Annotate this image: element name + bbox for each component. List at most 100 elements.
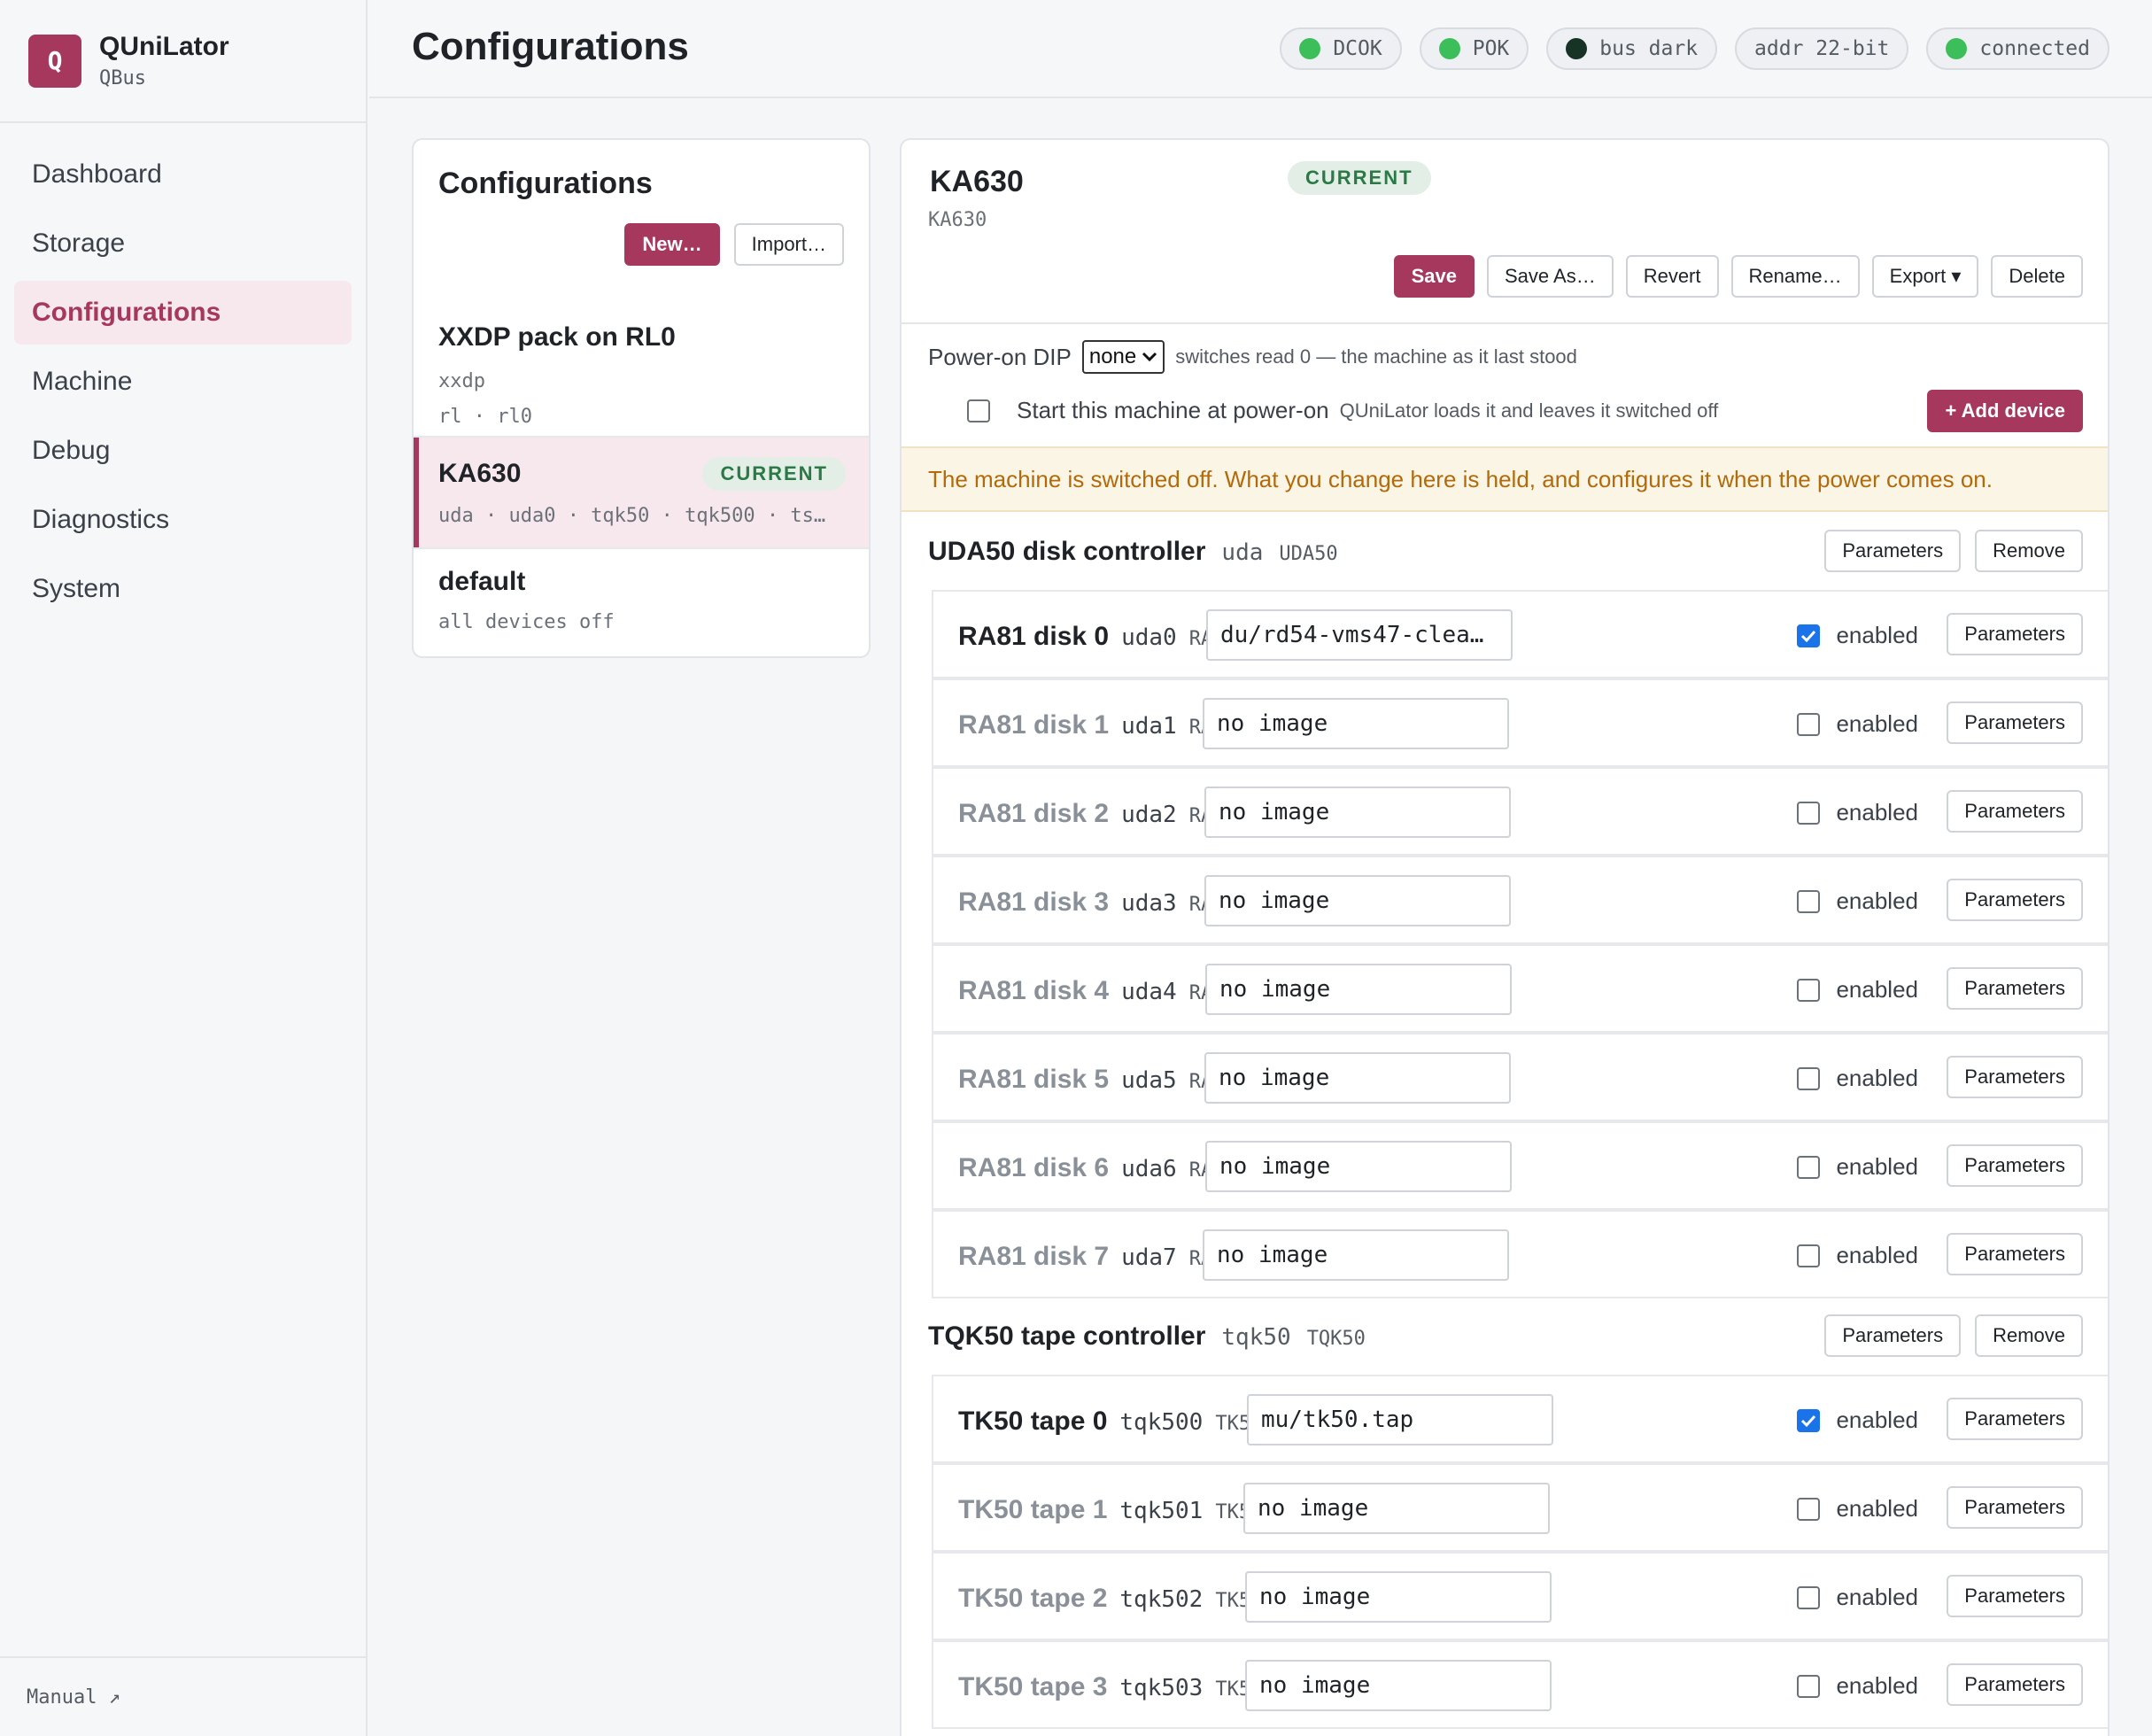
unit-image-input[interactable]: no image xyxy=(1245,1660,1552,1711)
header: Configurations DCOK POK bus dark addr 22… xyxy=(369,0,2152,98)
config-detail-card: KA630 KA630 CURRENT Save Save As… Revert… xyxy=(900,138,2109,1736)
unit-enabled-checkbox[interactable] xyxy=(1797,801,1821,825)
sidebar-item-machine[interactable]: Machine xyxy=(14,350,352,414)
unit-label: RA81 disk 6uda6RA81 xyxy=(958,1153,1236,1183)
config-item-key: xxdp xyxy=(438,370,485,392)
unit-name: RA81 disk 1 xyxy=(958,710,1110,740)
unit-parameters-button[interactable]: Parameters xyxy=(1947,1144,2083,1187)
unit-enabled-checkbox[interactable] xyxy=(1797,889,1821,913)
status-pill-label: bus dark xyxy=(1599,37,1699,60)
status-pill-dcok: DCOK xyxy=(1280,27,1402,70)
unit-device: uda4 xyxy=(1121,979,1177,1005)
device-unit-row: TK50 tape 3 tqk503 TK50 no image enabled Para… xyxy=(932,1640,2108,1729)
unit-parameters-button[interactable]: Parameters xyxy=(1947,967,2083,1010)
controller-remove-button[interactable]: Remove xyxy=(1975,1314,2083,1357)
unit-image-input[interactable]: no image xyxy=(1204,787,1511,838)
unit-label: RA81 disk 0uda0RA81 xyxy=(958,622,1236,652)
device-unit-row: RA81 disk 5uda5RA81no imageenabledParame… xyxy=(932,1033,2108,1121)
controller-parameters-button[interactable]: Parameters xyxy=(1824,530,1962,572)
manual-link[interactable]: Manual ↗ xyxy=(0,1656,366,1736)
checkmark-icon xyxy=(1801,630,1816,642)
controller-title: UDA50 disk controller xyxy=(928,537,1206,566)
unit-device: uda6 xyxy=(1121,1156,1177,1182)
unit-parameters-button[interactable]: Parameters xyxy=(1947,879,2083,921)
unit-image-input[interactable]: no image xyxy=(1205,1141,1512,1192)
sidebar-item-system[interactable]: System xyxy=(14,557,352,621)
unit-enabled-checkbox[interactable] xyxy=(1797,712,1821,736)
unit-enabled-checkbox[interactable] xyxy=(1797,1585,1821,1609)
unit-enabled-checkbox[interactable] xyxy=(1797,1674,1821,1698)
sidebar-item-storage[interactable]: Storage xyxy=(14,212,352,275)
unit-image-input[interactable]: no image xyxy=(1203,698,1509,749)
save-as-button[interactable]: Save As… xyxy=(1486,255,1614,298)
unit-enabled-checkbox[interactable] xyxy=(1797,1155,1821,1179)
unit-parameters-button[interactable]: Parameters xyxy=(1947,1575,2083,1617)
unit-enabled-checkbox[interactable] xyxy=(1797,1244,1821,1267)
unit-label: TK50 tape 3 tqk503 TK50 xyxy=(958,1672,1262,1702)
unit-image-input[interactable]: no image xyxy=(1204,1052,1511,1104)
unit-enabled-checkbox[interactable] xyxy=(1797,978,1821,1002)
status-pill-connected: connected xyxy=(1926,27,2109,70)
config-item-xxdp[interactable]: XXDP pack on RL0 xxdp rl · rl0 xyxy=(414,291,869,436)
unit-parameters-button[interactable]: Parameters xyxy=(1947,1233,2083,1275)
status-dot-icon xyxy=(1946,38,1968,59)
unit-label: RA81 disk 7uda7RA81 xyxy=(958,1242,1236,1272)
config-item-default[interactable]: default all devices off xyxy=(414,549,869,656)
status-pill-label: POK xyxy=(1472,37,1510,60)
unit-name: RA81 disk 6 xyxy=(958,1153,1110,1182)
unit-parameters-button[interactable]: Parameters xyxy=(1947,613,2083,655)
controller-parameters-button[interactable]: Parameters xyxy=(1824,1314,1962,1357)
controller-remove-button[interactable]: Remove xyxy=(1975,530,2083,572)
unit-parameters-button[interactable]: Parameters xyxy=(1947,1663,2083,1706)
unit-enabled-checkbox[interactable] xyxy=(1797,1497,1821,1521)
unit-image-input[interactable]: no image xyxy=(1243,1483,1550,1534)
power-on-checkbox[interactable] xyxy=(967,399,990,422)
sidebar-item-debug[interactable]: Debug xyxy=(14,419,352,483)
unit-image-input[interactable]: mu/tk50.tap xyxy=(1247,1394,1553,1445)
unit-label: RA81 disk 5uda5RA81 xyxy=(958,1065,1236,1095)
sidebar-item-diagnostics[interactable]: Diagnostics xyxy=(14,488,352,552)
unit-enabled-checkbox[interactable] xyxy=(1797,1066,1821,1090)
controller-device: tqk50 xyxy=(1221,1324,1291,1351)
app-name: QUniLator xyxy=(99,32,229,61)
unit-device: tqk503 xyxy=(1119,1675,1204,1701)
new-config-button[interactable]: New… xyxy=(624,223,720,266)
status-pill-pok: POK xyxy=(1419,27,1529,70)
unit-name: RA81 disk 5 xyxy=(958,1065,1110,1094)
add-device-button[interactable]: + Add device xyxy=(1927,390,2083,432)
brand: Q QUniLator QBus xyxy=(0,0,366,123)
page-title: Configurations xyxy=(412,25,689,68)
unit-enabled-checkbox[interactable] xyxy=(1797,1408,1821,1432)
unit-image-input[interactable]: no image xyxy=(1204,875,1511,926)
export-button[interactable]: Export ▾ xyxy=(1871,255,1979,298)
sidebar-item-dashboard[interactable]: Dashboard xyxy=(14,143,352,206)
import-config-button[interactable]: Import… xyxy=(733,223,844,266)
config-item-ka630[interactable]: KA630 CURRENT uda · uda0 · tqk50 · tqk50… xyxy=(414,438,869,547)
checkmark-icon xyxy=(1801,1414,1816,1427)
delete-button[interactable]: Delete xyxy=(1991,255,2083,298)
unit-parameters-button[interactable]: Parameters xyxy=(1947,790,2083,833)
controller-device: uda xyxy=(1221,539,1264,566)
unit-parameters-button[interactable]: Parameters xyxy=(1947,1056,2083,1098)
sidebar-item-configurations[interactable]: Configurations xyxy=(14,281,352,345)
revert-button[interactable]: Revert xyxy=(1625,255,1719,298)
unit-enabled-checkbox[interactable] xyxy=(1797,624,1821,647)
device-unit-row: RA81 disk 3uda3RA81no imageenabledParame… xyxy=(932,856,2108,944)
controller-header: TQK50 tape controller tqk50 TQK50 Parameter… xyxy=(902,1298,2108,1373)
save-button[interactable]: Save xyxy=(1393,255,1475,298)
unit-image-input[interactable]: du/rd54-vms47-clea… xyxy=(1206,609,1513,661)
controller-name: TQK50 tape controller tqk50 TQK50 xyxy=(928,1321,1366,1352)
rename-button[interactable]: Rename… xyxy=(1730,255,1860,298)
current-badge: CURRENT xyxy=(1288,161,1431,195)
device-unit-row: RA81 disk 7uda7RA81no imageenabledParame… xyxy=(932,1210,2108,1298)
unit-image-input[interactable]: no image xyxy=(1245,1571,1552,1623)
dip-select[interactable]: none xyxy=(1081,340,1165,374)
unit-enabled-label: enabled xyxy=(1836,1584,1918,1610)
unit-name: TK50 tape 3 xyxy=(958,1672,1108,1701)
unit-enabled-label: enabled xyxy=(1836,799,1918,825)
unit-parameters-button[interactable]: Parameters xyxy=(1947,701,2083,744)
unit-parameters-button[interactable]: Parameters xyxy=(1947,1486,2083,1529)
unit-image-input[interactable]: no image xyxy=(1203,1229,1509,1281)
unit-image-input[interactable]: no image xyxy=(1205,964,1512,1015)
unit-parameters-button[interactable]: Parameters xyxy=(1947,1398,2083,1440)
